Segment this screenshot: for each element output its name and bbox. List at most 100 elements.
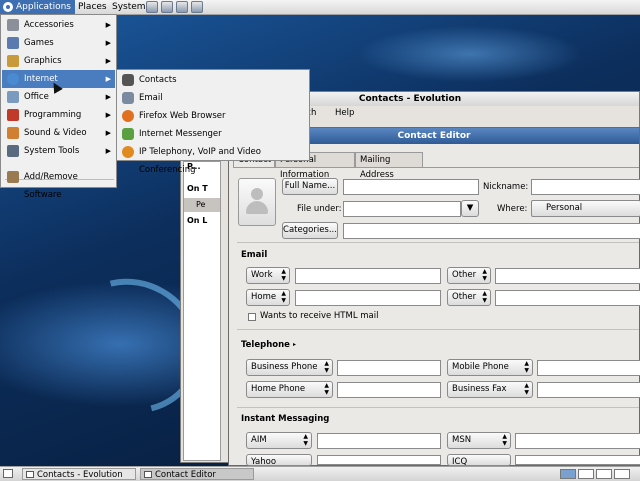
- email-4-field[interactable]: [495, 290, 640, 306]
- email-2-field[interactable]: [495, 268, 640, 284]
- im-2-field[interactable]: [515, 433, 640, 449]
- submenu-arrow-icon: ▶: [105, 39, 111, 47]
- email-1-field[interactable]: [295, 268, 441, 284]
- separator: [237, 407, 639, 408]
- email-2-type-select[interactable]: Other ▲ ▼: [447, 267, 491, 284]
- menu-item-contacts[interactable]: Contacts: [118, 71, 308, 89]
- instant-messaging-section-heading: Instant Messaging: [241, 414, 330, 424]
- phone-4-field[interactable]: [537, 382, 640, 398]
- phone-2-field[interactable]: [537, 360, 640, 376]
- side-group-on-this-computer[interactable]: On T: [184, 182, 220, 196]
- im-4-service-select[interactable]: ICQ: [447, 454, 511, 466]
- notes-launcher-icon[interactable]: [191, 1, 203, 13]
- phone-3-type-select[interactable]: Home Phone ▲ ▼: [246, 381, 333, 398]
- telephony-icon: [122, 146, 134, 158]
- submenu-arrow-icon: ▶: [105, 57, 111, 65]
- where-label: Where:: [497, 204, 528, 214]
- system-menu-button[interactable]: System: [108, 0, 150, 14]
- spin-arrows-icon: ▲ ▼: [482, 268, 487, 282]
- nickname-label: Nickname:: [483, 182, 529, 192]
- menu-item-graphics[interactable]: Graphics ▶: [2, 52, 115, 70]
- window-icon: [26, 471, 34, 478]
- submenu-arrow-icon: ▶: [105, 75, 111, 83]
- taskbar-button-contact-editor[interactable]: Contact Editor: [140, 468, 254, 480]
- window-icon: [144, 471, 152, 478]
- telephone-section-heading: Telephone: [241, 340, 290, 350]
- spin-arrows-icon: ▲ ▼: [524, 360, 529, 374]
- nickname-field[interactable]: [531, 179, 640, 195]
- tab-mailing-address[interactable]: Mailing Address: [355, 152, 423, 180]
- submenu-arrow-icon: ▶: [105, 147, 111, 155]
- applications-dropdown-menu: Accessories ▶ Games ▶ Graphics ▶ Internet ▶ …: [0, 14, 117, 200]
- separator: [237, 242, 639, 243]
- html-mail-checkbox[interactable]: [248, 313, 256, 321]
- menu-item-ip-telephony[interactable]: IP Telephony, VoIP and Video Conferencin…: [118, 143, 308, 175]
- im-3-service-select[interactable]: Yahoo: [246, 454, 312, 466]
- spin-arrows-icon: ▲ ▼: [281, 290, 286, 304]
- taskbar-button-evolution[interactable]: Contacts - Evolution: [22, 468, 136, 480]
- menu-item-system-tools[interactable]: System Tools ▶: [2, 142, 115, 160]
- submenu-arrow-icon: ▶: [105, 93, 111, 101]
- menu-item-sound-video[interactable]: Sound & Video ▶: [2, 124, 115, 142]
- internet-submenu: Contacts Email Firefox Web Browser Inter…: [116, 69, 310, 175]
- im-1-service-select[interactable]: AIM ▲ ▼: [246, 432, 312, 449]
- menu-help[interactable]: Help: [335, 106, 354, 121]
- office-icon: [7, 91, 19, 103]
- menu-item-add-remove-software[interactable]: Add/Remove Software: [2, 168, 115, 200]
- categories-button[interactable]: Categories...: [282, 222, 338, 239]
- menu-item-programming[interactable]: Programming ▶: [2, 106, 115, 124]
- side-group-on-ldap[interactable]: On L: [184, 214, 220, 228]
- places-menu-button[interactable]: Places: [74, 0, 111, 14]
- html-mail-label: Wants to receive HTML mail: [260, 311, 379, 321]
- games-icon: [7, 37, 19, 49]
- workspace-2[interactable]: [578, 469, 594, 479]
- email-icon: [122, 92, 134, 104]
- im-4-field[interactable]: [515, 455, 640, 465]
- email-3-field[interactable]: [295, 290, 441, 306]
- messenger-icon: [122, 128, 134, 140]
- menu-item-games[interactable]: Games ▶: [2, 34, 115, 52]
- im-1-field[interactable]: [317, 433, 441, 449]
- menu-item-firefox[interactable]: Firefox Web Browser: [118, 107, 308, 125]
- person-body-shape: [246, 201, 268, 214]
- workspace-3[interactable]: [596, 469, 612, 479]
- spin-arrows-icon: ▲ ▼: [524, 382, 529, 396]
- menu-item-email[interactable]: Email: [118, 89, 308, 107]
- file-under-label: File under:: [297, 204, 342, 214]
- submenu-arrow-icon: ▶: [105, 129, 111, 137]
- menu-item-accessories[interactable]: Accessories ▶: [2, 16, 115, 34]
- categories-field[interactable]: [343, 223, 640, 239]
- email-1-type-select[interactable]: Work ▲ ▼: [246, 267, 290, 284]
- contact-photo-button[interactable]: [238, 178, 276, 226]
- full-name-button[interactable]: Full Name...: [282, 178, 338, 195]
- workspace-4[interactable]: [614, 469, 630, 479]
- email-4-type-select[interactable]: Other ▲ ▼: [447, 289, 491, 306]
- graphics-icon: [7, 55, 19, 67]
- expander-arrow-icon[interactable]: ▸: [293, 341, 296, 348]
- file-under-dropdown-arrow[interactable]: ▼: [461, 200, 479, 217]
- phone-4-type-select[interactable]: Business Fax ▲ ▼: [447, 381, 533, 398]
- email-launcher-icon[interactable]: [161, 1, 173, 13]
- chevron-down-icon: ▼: [466, 203, 474, 213]
- show-desktop-icon[interactable]: [3, 469, 13, 478]
- spin-arrows-icon: ▲ ▼: [281, 268, 286, 282]
- im-3-field[interactable]: [317, 455, 441, 465]
- full-name-field[interactable]: [343, 179, 479, 195]
- phone-1-field[interactable]: [337, 360, 441, 376]
- side-item-personal[interactable]: Pe: [184, 198, 220, 212]
- browser-launcher-icon[interactable]: [146, 1, 158, 13]
- where-selector[interactable]: Personal: [531, 200, 640, 217]
- top-panel: Applications Places System: [0, 0, 640, 15]
- mail-launcher-icon[interactable]: [176, 1, 188, 13]
- im-2-service-select[interactable]: MSN ▲ ▼: [447, 432, 511, 449]
- firefox-icon: [122, 110, 134, 122]
- menu-item-internet-messenger[interactable]: Internet Messenger: [118, 125, 308, 143]
- programming-icon: [7, 109, 19, 121]
- bottom-panel: Contacts - Evolution Contact Editor: [0, 466, 640, 481]
- email-3-type-select[interactable]: Home ▲ ▼: [246, 289, 290, 306]
- phone-1-type-select[interactable]: Business Phone ▲ ▼: [246, 359, 333, 376]
- file-under-field[interactable]: [343, 201, 461, 217]
- workspace-1[interactable]: [560, 469, 576, 479]
- phone-3-field[interactable]: [337, 382, 441, 398]
- phone-2-type-select[interactable]: Mobile Phone ▲ ▼: [447, 359, 533, 376]
